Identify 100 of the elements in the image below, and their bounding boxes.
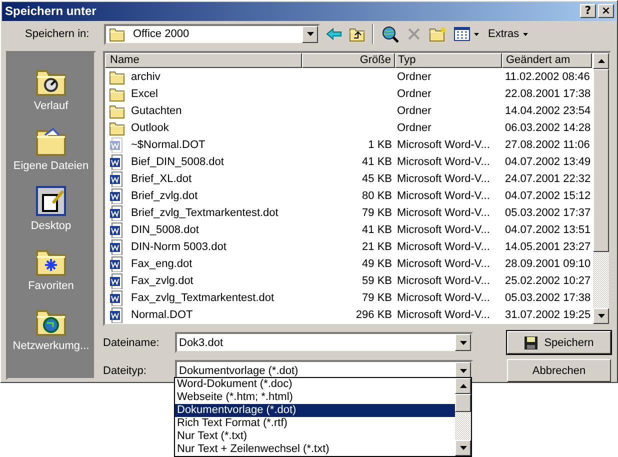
scroll-down-button[interactable] <box>455 440 471 456</box>
modified-date: 04.07.2002 15:12 <box>505 190 591 202</box>
modified-date: 22.08.2001 17:38 <box>505 88 591 100</box>
file-name[interactable]: Fax_zvlg_Textmarkentest.dot <box>105 290 302 306</box>
word-document-icon <box>109 222 125 238</box>
down-arrow-icon <box>598 314 604 318</box>
place-item[interactable]: Eigene Dateien <box>8 125 94 172</box>
scrollbar[interactable] <box>593 53 609 324</box>
column-header[interactable]: Größe <box>302 53 395 68</box>
file-type: Microsoft Word-V... <box>397 224 490 236</box>
word-document-icon <box>109 136 125 152</box>
list-view-icon <box>454 27 470 42</box>
scroll-up-button[interactable] <box>593 53 609 69</box>
modified-date: 05.03.2002 17:38 <box>505 292 591 304</box>
file-type: Microsoft Word-V... <box>397 292 490 304</box>
word-document-icon <box>109 204 125 220</box>
filetype-option[interactable]: Webseite (*.htm; *.html) <box>175 391 455 404</box>
file-size: 45 KB <box>362 172 392 184</box>
file-size: 59 KB <box>362 274 392 286</box>
column-header[interactable]: Geändert am <box>502 53 592 68</box>
file-name[interactable]: archiv <box>105 68 302 84</box>
word-document-icon <box>109 238 125 254</box>
new-folder-icon[interactable] <box>429 26 447 42</box>
scrollbar[interactable] <box>455 378 471 456</box>
filename-field[interactable]: Dok3.dot <box>175 332 473 353</box>
file-size: 41 KB <box>362 156 392 168</box>
desktop-icon <box>35 185 67 217</box>
place-item[interactable]: Desktop <box>8 185 94 232</box>
back-arrow-icon[interactable] <box>326 26 342 42</box>
dropdown-arrow-button[interactable] <box>302 26 318 43</box>
down-arrow-icon <box>306 32 314 36</box>
file-size: 21 KB <box>362 240 392 252</box>
extras-menu[interactable]: Extras <box>488 28 528 40</box>
file-name[interactable]: Fax_eng.dot <box>105 256 302 272</box>
modified-date: 24.07.2001 22:32 <box>505 172 591 184</box>
web-search-icon[interactable] <box>381 25 399 44</box>
file-size: 79 KB <box>362 206 392 218</box>
scroll-down-button[interactable] <box>593 308 609 324</box>
place-item[interactable]: Verlauf <box>8 65 94 112</box>
scroll-thumb[interactable] <box>455 394 471 412</box>
caret-icon <box>523 32 528 36</box>
file-name[interactable]: Bief_DIN_5008.dot <box>105 154 302 170</box>
filename-label: Dateiname: <box>103 336 160 348</box>
cancel-button[interactable]: Abbrechen <box>507 359 611 382</box>
file-type: Microsoft Word-V... <box>397 206 490 218</box>
file-name[interactable]: Brief_zvlg_Textmarkentest.dot <box>105 204 302 220</box>
dropdown-arrow-button[interactable] <box>455 334 471 351</box>
file-name[interactable]: Normal.DOT <box>105 306 302 322</box>
file-name[interactable]: Fax_zvlg.dot <box>105 272 302 288</box>
file-name[interactable]: DIN-Norm 5003.dot <box>105 238 302 254</box>
filetype-option[interactable]: Dokumentvorlage (*.dot) <box>175 404 455 417</box>
file-type: Microsoft Word-V... <box>397 240 490 252</box>
close-button[interactable]: × <box>598 4 614 18</box>
file-type: Microsoft Word-V... <box>397 190 490 202</box>
file-name[interactable]: Brief_zvlg.dot <box>105 188 302 204</box>
scroll-up-button[interactable] <box>455 378 471 394</box>
window-title: Speichern unter <box>5 4 96 18</box>
help-button[interactable]: ? <box>580 4 596 18</box>
file-size: 296 KB <box>356 308 392 320</box>
file-type: Microsoft Word-V... <box>397 138 490 150</box>
views-button[interactable] <box>454 27 479 42</box>
word-document-icon <box>109 290 125 306</box>
word-document-icon <box>109 272 125 288</box>
file-type: Ordner <box>397 70 432 82</box>
word-document-icon <box>109 188 125 204</box>
caret-icon <box>474 32 479 36</box>
scroll-thumb[interactable] <box>593 69 609 252</box>
file-name[interactable]: Brief_XL.dot <box>105 170 302 186</box>
filetype-option[interactable]: Nur Text (*.txt) <box>175 430 455 443</box>
modified-date: 14.05.2001 23:27 <box>505 240 591 252</box>
folder-icon <box>109 26 125 42</box>
file-size: 80 KB <box>362 190 392 202</box>
location-dropdown[interactable]: Office 2000 <box>104 24 320 45</box>
file-name[interactable]: Excel <box>105 86 302 102</box>
place-item[interactable]: Netzwerkumg... <box>8 305 94 352</box>
file-name[interactable]: Gutachten <box>105 102 302 118</box>
file-size: 41 KB <box>362 224 392 236</box>
file-type: Microsoft Word-V... <box>397 274 490 286</box>
column-header[interactable]: Typ <box>395 53 502 68</box>
folder-up-icon[interactable] <box>349 26 365 42</box>
file-size: 49 KB <box>362 258 392 270</box>
save-button[interactable]: Speichern <box>507 331 611 354</box>
modified-date: 04.07.2002 13:49 <box>505 156 591 168</box>
modified-date: 28.09.2001 09:10 <box>505 258 591 270</box>
file-name[interactable]: DIN_5008.dot <box>105 222 302 238</box>
folder-icon <box>109 68 125 84</box>
column-header[interactable]: Name <box>105 53 302 68</box>
folder-icon <box>109 102 125 118</box>
up-arrow-icon <box>460 384 466 388</box>
file-type: Microsoft Word-V... <box>397 156 490 168</box>
filetype-label: Dateityp: <box>103 364 148 376</box>
file-name[interactable]: Outlook <box>105 120 302 136</box>
location-label: Speichern in: <box>25 28 90 40</box>
folder-icon <box>109 120 125 136</box>
file-name[interactable]: ~$Normal.DOT <box>105 136 302 152</box>
down-arrow-icon <box>460 446 466 450</box>
filetype-option[interactable]: Rich Text Format (*.rtf) <box>175 417 455 430</box>
place-item[interactable]: Favoriten <box>8 245 94 292</box>
filetype-option[interactable]: Nur Text + Zeilenwechsel (*.txt) <box>175 443 455 456</box>
filetype-option[interactable]: Word-Dokument (*.doc) <box>175 378 455 391</box>
